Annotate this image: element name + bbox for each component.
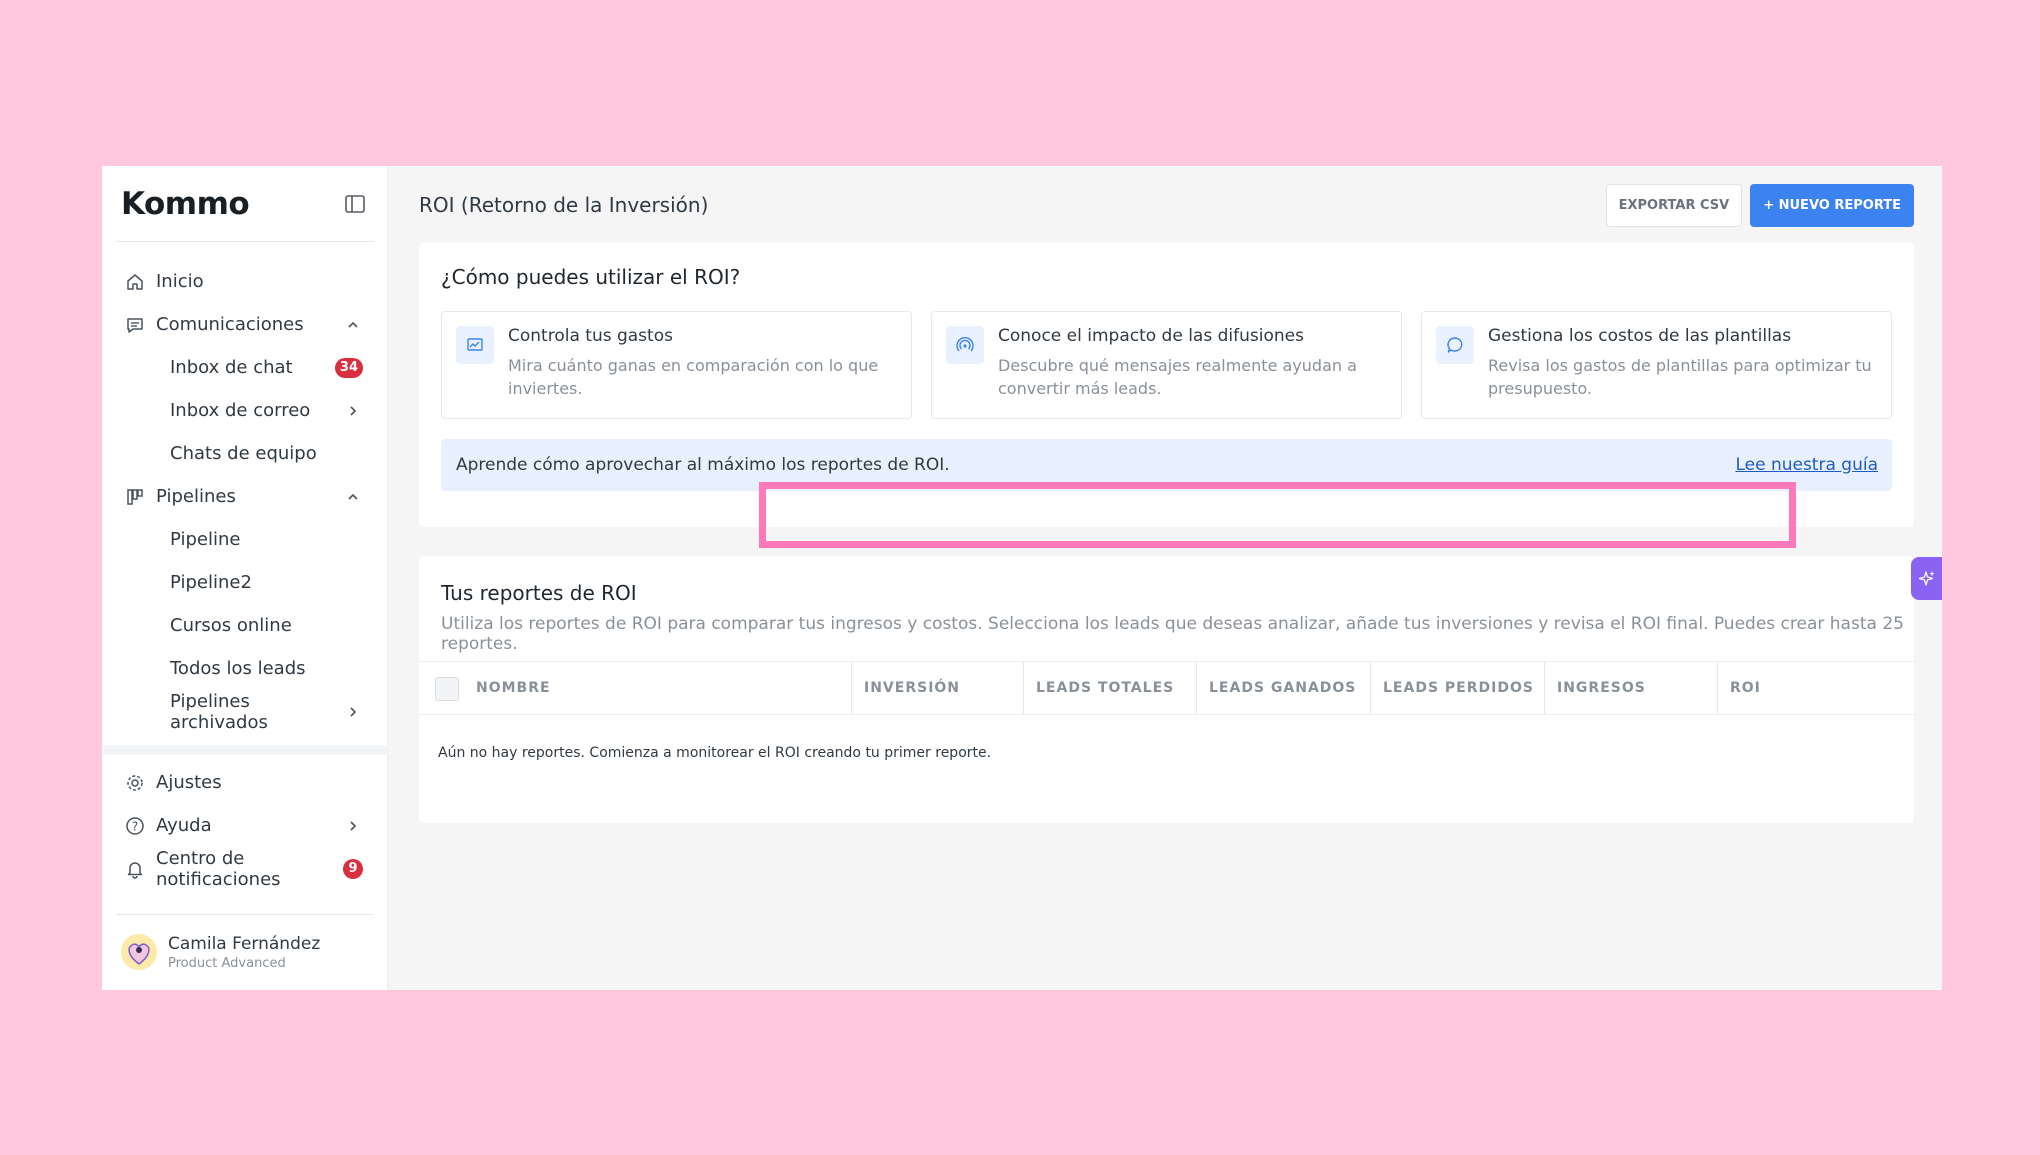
sidebar-item-pipeline2[interactable]: Pipeline2 (102, 561, 387, 604)
tip-card: Gestiona los costos de las plantillas Re… (1421, 311, 1892, 419)
svg-text:?: ? (132, 819, 138, 833)
sidebar-item-label: Pipeline2 (170, 572, 252, 593)
sidebar-item-label: Pipelines archivados (170, 690, 268, 733)
tip-title: Gestiona los costos de las plantillas (1488, 326, 1792, 346)
sidebar-item-pipeline[interactable]: Pipeline (102, 518, 387, 561)
notification-badge: 9 (343, 858, 363, 879)
chevron-up-icon[interactable] (343, 315, 363, 335)
section-description: Utiliza los reportes de ROI para compara… (441, 614, 1904, 654)
user-profile[interactable]: Camila Fernández Product Advanced (102, 914, 387, 990)
sidebar-item-todos-leads[interactable]: Todos los leads (102, 647, 387, 690)
export-csv-button[interactable]: EXPORTAR CSV (1605, 183, 1743, 227)
gear-icon (124, 772, 146, 794)
sidebar-item-label: Cursos online (170, 615, 292, 636)
chevron-up-icon[interactable] (343, 487, 363, 507)
empty-state-text: Aún no hay reportes. Comienza a monitore… (438, 745, 992, 761)
sidebar-item-pipelines-archivados[interactable]: Pipelines archivados (102, 690, 387, 733)
sidebar-item-label: Inbox de chat (170, 357, 293, 378)
avatar (121, 934, 157, 970)
unread-badge: 34 (334, 357, 363, 378)
sidebar-bottom-nav: Ajustes ? Ayuda Centro de notificaciones… (102, 755, 387, 890)
sidebar-item-label: Todos los leads (170, 658, 306, 679)
column-header[interactable]: INGRESOS (1544, 662, 1646, 714)
pipeline-icon (124, 486, 146, 508)
sidebar-item-label: Ayuda (156, 815, 212, 836)
sidebar-item-ajustes[interactable]: Ajustes (102, 761, 387, 804)
tip-title: Conoce el impacto de las difusiones (998, 326, 1304, 346)
tip-description: Mira cuánto ganas en comparación con lo … (508, 356, 879, 398)
chevron-right-icon (343, 401, 363, 421)
sidebar: Kommo Inicio Comunicaciones Inbox de cha… (102, 166, 388, 990)
help-icon: ? (124, 815, 146, 837)
column-header[interactable]: INVERSIÓN (851, 662, 960, 714)
guide-link[interactable]: Lee nuestra guía (1735, 455, 1878, 475)
main-content: ROI (Retorno de la Inversión) EXPORTAR C… (388, 166, 1942, 990)
tip-card: Controla tus gastos Mira cuánto ganas en… (441, 311, 912, 419)
tip-description: Descubre qué mensajes realmente ayudan a… (998, 356, 1357, 398)
page-title: ROI (Retorno de la Inversión) (419, 193, 709, 217)
guide-banner: Aprende cómo aprovechar al máximo los re… (441, 439, 1892, 491)
section-title: ¿Cómo puedes utilizar el ROI? (441, 265, 741, 289)
ai-assistant-button[interactable] (1911, 557, 1942, 600)
logo: Kommo (121, 185, 250, 222)
column-header[interactable]: NOMBRE (476, 662, 551, 714)
sidebar-toggle-icon[interactable] (344, 193, 366, 215)
chart-icon (456, 326, 494, 364)
sidebar-item-label: Inbox de correo (170, 400, 311, 421)
tips-list: Controla tus gastos Mira cuánto ganas en… (441, 311, 1892, 419)
how-to-use-card: ¿Cómo puedes utilizar el ROI? Controla t… (419, 243, 1914, 527)
sidebar-item-pipelines[interactable]: Pipelines (102, 475, 387, 518)
user-name: Camila Fernández (168, 933, 321, 954)
section-title: Tus reportes de ROI (441, 581, 637, 605)
sidebar-item-inbox-chat[interactable]: Inbox de chat 34 (102, 346, 387, 389)
guide-text: Aprende cómo aprovechar al máximo los re… (456, 455, 950, 475)
sidebar-item-inbox-correo[interactable]: Inbox de correo (102, 389, 387, 432)
app-window: Kommo Inicio Comunicaciones Inbox de cha… (102, 166, 1942, 990)
message-icon (1436, 326, 1474, 364)
sidebar-item-ayuda[interactable]: ? Ayuda (102, 804, 387, 847)
new-report-button[interactable]: + NUEVO REPORTE (1750, 183, 1914, 227)
sidebar-nav: Inicio Comunicaciones Inbox de chat 34 I… (102, 242, 387, 733)
select-all-checkbox[interactable] (435, 677, 459, 701)
user-role: Product Advanced (168, 955, 286, 971)
sidebar-item-chats-equipo[interactable]: Chats de equipo (102, 432, 387, 475)
page-header: ROI (Retorno de la Inversión) EXPORTAR C… (419, 166, 1914, 244)
reports-card: Tus reportes de ROI Utiliza los reportes… (419, 556, 1914, 823)
sidebar-item-label: Inicio (156, 271, 204, 292)
sidebar-header: Kommo (115, 166, 374, 242)
sidebar-item-label: Centro de notificaciones (156, 847, 281, 890)
tip-title: Controla tus gastos (508, 326, 673, 346)
tip-card: Conoce el impacto de las difusiones Desc… (931, 311, 1402, 419)
sidebar-item-label: Comunicaciones (156, 314, 304, 335)
sidebar-item-comunicaciones[interactable]: Comunicaciones (102, 303, 387, 346)
divider (102, 745, 387, 755)
sparkle-icon (1918, 570, 1934, 586)
sidebar-item-label: Ajustes (156, 772, 222, 793)
chevron-right-icon (343, 702, 363, 722)
column-header[interactable]: ROI (1717, 662, 1761, 714)
tip-description: Revisa los gastos de plantillas para opt… (1488, 356, 1872, 398)
sidebar-item-label: Pipeline (170, 529, 241, 550)
column-header[interactable]: LEADS TOTALES (1023, 662, 1174, 714)
sidebar-item-cursos-online[interactable]: Cursos online (102, 604, 387, 647)
divider (115, 914, 374, 915)
sidebar-item-notificaciones[interactable]: Centro de notificaciones 9 (102, 847, 387, 890)
sidebar-item-label: Chats de equipo (170, 443, 317, 464)
sidebar-item-label: Pipelines (156, 486, 236, 507)
chevron-right-icon (343, 816, 363, 836)
table-header: NOMBRE INVERSIÓN LEADS TOTALES LEADS GAN… (419, 661, 1914, 715)
broadcast-icon (946, 326, 984, 364)
user-info: Camila Fernández Product Advanced (168, 934, 320, 971)
home-icon (124, 271, 146, 293)
column-header[interactable]: LEADS GANADOS (1196, 662, 1356, 714)
header-actions: EXPORTAR CSV + NUEVO REPORTE (1605, 183, 1914, 227)
bell-icon (124, 858, 146, 880)
chat-icon (124, 314, 146, 336)
column-header[interactable]: LEADS PERDIDOS (1370, 662, 1534, 714)
sidebar-item-inicio[interactable]: Inicio (102, 260, 387, 303)
